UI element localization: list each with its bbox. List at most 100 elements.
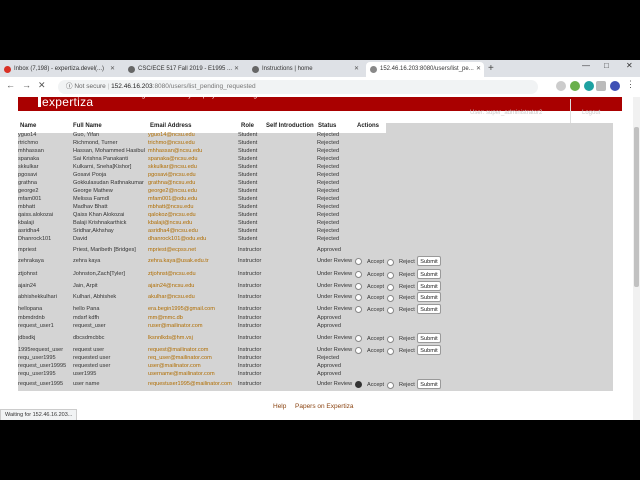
browser-tab[interactable]: Instructions | home ✕ <box>248 62 362 77</box>
cell-name: ajain24 <box>18 283 37 289</box>
stop-loading-icon[interactable]: ✕ <box>38 80 46 91</box>
reject-radio[interactable] <box>387 336 394 343</box>
reject-radio[interactable] <box>387 272 394 279</box>
cell-email[interactable]: kbalaji@ncsu.edu <box>148 220 240 226</box>
cell-email[interactable]: lksnnlkds@hm.vsj <box>148 335 240 341</box>
accept-label: Accept <box>367 382 385 388</box>
url-omnibox[interactable]: ⓘ Not secure | 152.46.16.203:8080/users/… <box>58 80 538 94</box>
accept-radio[interactable] <box>355 258 362 265</box>
reject-label: Reject <box>399 259 415 265</box>
reject-radio[interactable] <box>387 295 394 302</box>
cell-email[interactable]: user@mailinator.com <box>148 363 240 369</box>
cell-email[interactable]: george2@ncsu.edu <box>148 188 240 194</box>
extension-icon[interactable] <box>556 81 566 91</box>
back-arrow-icon[interactable]: ← <box>6 80 15 90</box>
forward-arrow-icon[interactable]: → <box>22 80 31 90</box>
extension-gray-icon[interactable] <box>596 81 606 91</box>
cell-role: Instructor <box>238 283 262 289</box>
menu-item[interactable]: Manage content <box>124 97 174 99</box>
new-tab-button[interactable]: + <box>488 62 494 75</box>
cell-name: mfam001 <box>18 196 42 202</box>
cell-email[interactable]: ruser@mailinator.com <box>148 323 240 329</box>
maximize-button[interactable]: □ <box>604 61 609 70</box>
accept-radio[interactable] <box>355 306 362 313</box>
reject-radio[interactable] <box>387 382 394 389</box>
cell-email[interactable]: username@mailinator.com <box>148 371 240 377</box>
cell-name: mpriest <box>18 247 37 253</box>
cell-email[interactable]: yguo14@ncsu.edu <box>148 132 240 138</box>
menu-item[interactable]: Home <box>78 97 97 99</box>
page-scrollbar[interactable] <box>633 97 640 420</box>
cell-name: rtrichmo <box>18 140 39 146</box>
reject-radio[interactable] <box>387 259 394 266</box>
cell-email[interactable]: zehra.kaya@usak.edu.tr <box>148 258 240 264</box>
browser-menu-icon[interactable]: ⋮ <box>626 79 635 90</box>
menu-item[interactable]: Profile <box>372 97 392 99</box>
accept-radio[interactable] <box>355 271 362 278</box>
cell-email[interactable]: mhhassan@ncsu.edu <box>148 148 240 154</box>
cell-email[interactable]: trichmo@ncsu.edu <box>148 140 240 146</box>
submit-button[interactable]: Submit <box>417 281 441 291</box>
cell-status: Rejected <box>317 236 340 242</box>
cell-email[interactable]: akulhar@ncsu.edu <box>148 294 240 300</box>
cell-email[interactable]: mm@mmc.db <box>148 315 240 321</box>
reject-radio[interactable] <box>387 348 394 355</box>
tab-close-icon[interactable]: ✕ <box>354 62 359 77</box>
cell-email[interactable]: ajain24@ncsu.edu <box>148 283 240 289</box>
submit-button[interactable]: Submit <box>417 333 441 343</box>
cell-name: hellopana <box>18 306 43 312</box>
tab-close-icon[interactable]: ✕ <box>476 62 481 77</box>
cell-email[interactable]: mfam001@odu.edu <box>148 196 240 202</box>
browser-tab[interactable]: CSC/ECE 517 Fall 2019 - E1995 ... ✕ <box>124 62 242 77</box>
browser-tab[interactable]: Inbox (7,198) - expertiza.devel(...) ✕ <box>0 62 118 77</box>
cell-email[interactable]: era.begin1995@gmail.com <box>148 306 240 312</box>
menu-item[interactable]: Contact Us <box>402 97 437 99</box>
papers-link[interactable]: Papers on Expertiza <box>295 403 354 410</box>
submit-button[interactable]: Submit <box>417 269 441 279</box>
cell-email[interactable]: ztjohnst@ncsu.edu <box>148 271 240 277</box>
cell-email[interactable]: qalokoz@ncsu.edu <box>148 212 240 218</box>
submit-button[interactable]: Submit <box>417 292 441 302</box>
cell-email[interactable]: mbhatt@ncsu.edu <box>148 204 240 210</box>
grammarly-icon[interactable] <box>570 81 580 91</box>
cell-email[interactable]: pgosavi@ncsu.edu <box>148 172 240 178</box>
cell-status: Rejected <box>317 156 340 162</box>
cell-email[interactable]: skkulkar@ncsu.edu <box>148 164 240 170</box>
menu-item[interactable]: Course Evaluation <box>300 97 357 99</box>
profile-avatar-icon[interactable] <box>610 81 620 91</box>
submit-button[interactable]: Submit <box>417 345 441 355</box>
scrollbar-thumb[interactable] <box>634 127 639 287</box>
tab-close-icon[interactable]: ✕ <box>234 62 239 77</box>
info-icon[interactable]: ⓘ <box>66 83 73 90</box>
submit-button[interactable]: Submit <box>417 256 441 266</box>
cell-email[interactable]: asridha4@ncsu.edu <box>148 228 240 234</box>
cell-status: Rejected <box>317 180 340 186</box>
extension-teal-icon[interactable] <box>584 81 594 91</box>
tab-close-icon[interactable]: ✕ <box>110 62 115 77</box>
menu-item[interactable]: Survey Deployments <box>170 97 235 99</box>
close-window-button[interactable]: ✕ <box>626 61 633 70</box>
accept-radio[interactable] <box>355 347 362 354</box>
accept-radio[interactable] <box>355 294 362 301</box>
submit-button[interactable]: Submit <box>417 304 441 314</box>
submit-button[interactable]: Submit <box>417 379 441 389</box>
reject-radio[interactable] <box>387 284 394 291</box>
cell-email[interactable]: dhanrock101@odu.edu <box>148 236 240 242</box>
cell-email[interactable]: request@mailinator.com <box>148 347 240 353</box>
cell-fullname: Johnston,Zach[Tyler] <box>73 271 125 277</box>
cell-email[interactable]: grathna@ncsu.edu <box>148 180 240 186</box>
minimize-button[interactable]: — <box>582 61 590 70</box>
cell-email[interactable]: mpriest@ecpss.net <box>148 247 240 253</box>
accept-radio[interactable] <box>355 335 362 342</box>
cell-email[interactable]: spanaka@ncsu.edu <box>148 156 240 162</box>
menu-item[interactable]: Assignments <box>240 97 280 99</box>
expertiza-header-bar: expertiza HomeManage contentSurvey Deplo… <box>18 97 622 111</box>
accept-radio[interactable] <box>355 283 362 290</box>
browser-tab[interactable]: 152.46.16.203:8080/users/list_pe... ✕ <box>366 62 484 77</box>
logout-link[interactable]: Logout <box>582 110 600 116</box>
cell-email[interactable]: requestuser1995@mailinator.com <box>148 381 240 387</box>
reject-radio[interactable] <box>387 307 394 314</box>
accept-radio[interactable] <box>355 381 362 388</box>
cell-email[interactable]: req_user@mailinator.com <box>148 355 240 361</box>
help-link[interactable]: Help <box>273 403 286 410</box>
